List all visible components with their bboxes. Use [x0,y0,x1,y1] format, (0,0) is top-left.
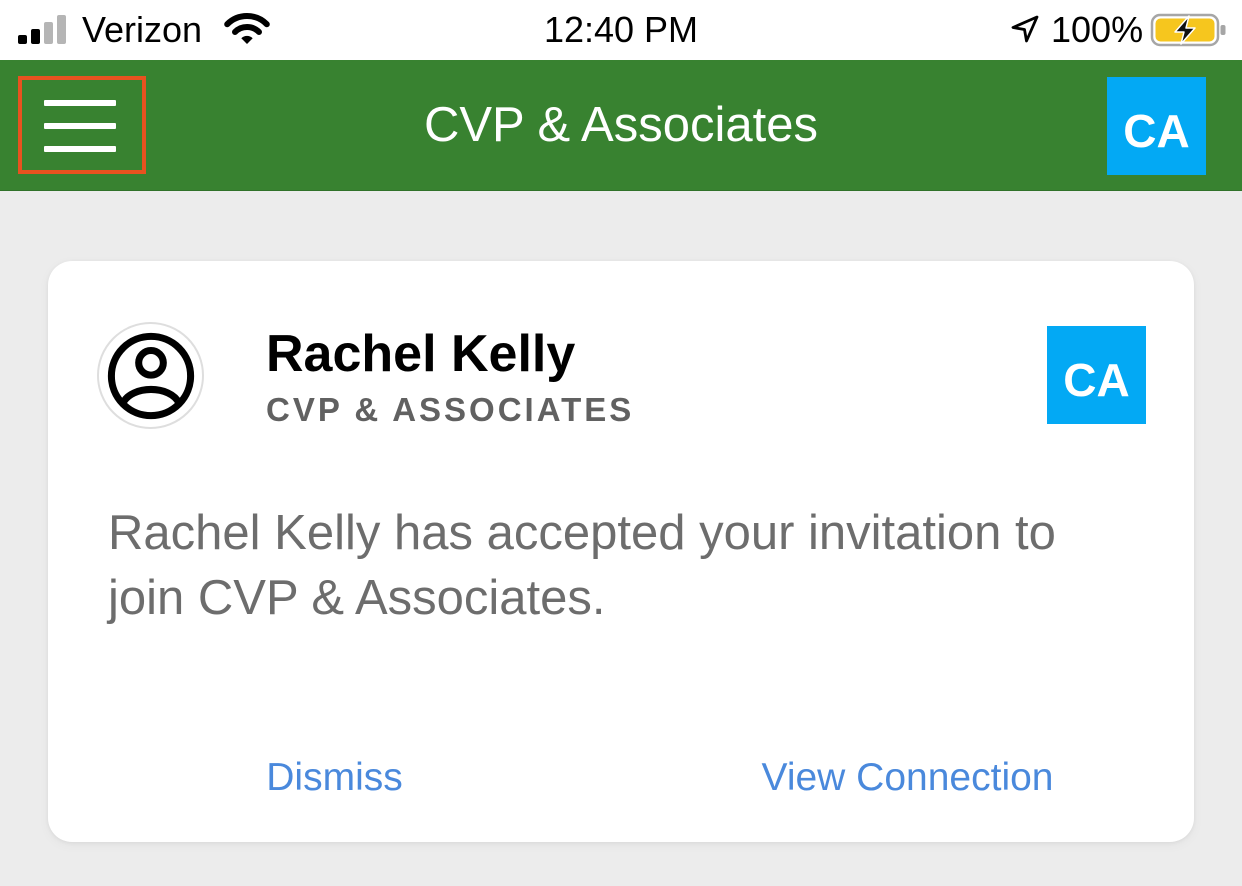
org-badge: CA [1047,326,1146,424]
org-badge-initials: CA [1063,354,1130,406]
signal-bar [44,22,53,44]
contact-name: Rachel Kelly [266,325,576,383]
cellular-signal-icon [18,15,66,44]
battery-percentage: 100% [1051,9,1144,50]
hamburger-menu-icon [22,80,142,170]
hamburger-line [44,100,116,106]
organization-name: CVP & ASSOCIATES [266,391,635,428]
signal-bar [18,35,27,44]
notification-message: Rachel Kelly has accepted your invitatio… [108,506,1056,625]
page-title: CVP & Associates [423,98,818,152]
avatar [97,322,204,429]
location-arrow-icon [1011,15,1039,43]
signal-bar [31,29,40,44]
battery-nub [1220,25,1226,35]
wifi-arc-inner [232,24,262,35]
user-icon-head [134,346,167,379]
status-time: 12:40 PM [543,9,699,50]
wifi-arc-outer [224,13,270,28]
org-badge-button[interactable]: CA [1107,77,1206,175]
hamburger-line [44,146,116,152]
user-circle-icon [107,332,194,419]
app-header: CVP & Associates CA [0,60,1242,191]
carrier-name: Verizon [82,9,203,50]
user-icon-shoulders [119,385,182,405]
org-badge-initials: CA [1123,105,1190,157]
location-arrow-shape [1011,15,1039,43]
card-actions: Dismiss View Connection [48,738,1194,818]
view-connection-button[interactable]: View Connection [621,738,1194,818]
wifi-icon [224,13,270,44]
hamburger-line [44,123,116,129]
signal-bar [57,15,66,44]
battery-charging-icon [1150,13,1226,47]
menu-button[interactable] [18,76,146,174]
dismiss-button[interactable]: Dismiss [48,738,621,818]
status-bar: Verizon 12:40 PM 100% [0,0,1242,60]
notification-card: Rachel Kelly CVP & ASSOCIATES CA Rachel … [48,261,1194,842]
wifi-dot [241,35,253,44]
